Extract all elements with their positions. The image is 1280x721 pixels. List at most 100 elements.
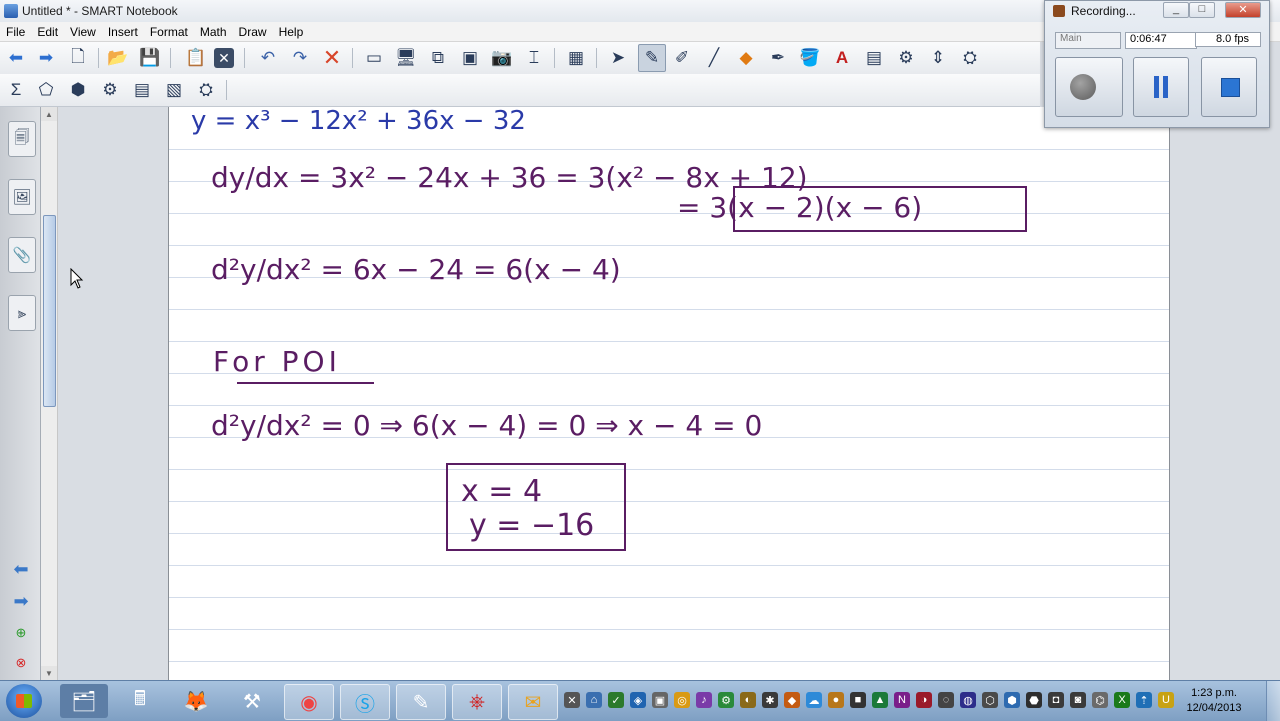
onenote-tray-icon[interactable]: N (894, 692, 910, 708)
menu-edit[interactable]: Edit (31, 22, 64, 39)
tray-app-icon[interactable]: ✱ (762, 692, 778, 708)
start-button[interactable] (6, 684, 42, 718)
add-ons-icon[interactable]: ⛭ (194, 78, 218, 102)
scroll-up-icon[interactable]: ▲ (41, 107, 57, 121)
tray-app-icon[interactable]: ■ (850, 692, 866, 708)
menu-insert[interactable]: Insert (102, 22, 144, 39)
excel-tray-icon[interactable]: X (1114, 692, 1130, 708)
tray-app-icon[interactable]: ⌂ (586, 692, 602, 708)
next-page-icon[interactable]: ➡ (9, 591, 33, 611)
vertical-scrollbar[interactable]: ▲ ▼ (41, 107, 58, 680)
system-clock[interactable]: 1:23 p.m. 12/04/2013 (1184, 686, 1244, 716)
tray-app-icon[interactable]: ☁ (806, 692, 822, 708)
show-desktop-button[interactable] (1266, 681, 1280, 721)
gallery-tab-icon[interactable]: 🖼 (8, 179, 36, 215)
tray-app-icon[interactable]: ◌ (938, 692, 954, 708)
tray-app-icon[interactable]: ▣ (652, 692, 668, 708)
table-tools-icon[interactable]: ▤ (130, 78, 154, 102)
stop-button[interactable] (1201, 57, 1257, 117)
shapes-icon[interactable]: ◆ (734, 46, 758, 70)
notebook-page[interactable]: y = x³ − 12x² + 36x − 32 dy/dx = 3x² − 2… (168, 107, 1170, 680)
add-page-icon[interactable]: 🗋 (66, 46, 90, 70)
fill-icon[interactable]: 🪣 (798, 46, 822, 70)
menu-help[interactable]: Help (273, 22, 310, 39)
tray-app-icon[interactable]: ✕ (564, 692, 580, 708)
delete-icon[interactable]: ✕ (320, 45, 344, 70)
measurement-icon[interactable]: ⚙ (894, 46, 918, 70)
geometry-icon[interactable]: ⬠ (34, 78, 58, 102)
menu-draw[interactable]: Draw (233, 22, 273, 39)
scroll-down-icon[interactable]: ▼ (41, 666, 57, 680)
customize-icon[interactable]: ⛭ (958, 46, 982, 70)
document-camera-icon[interactable]: ⌶ (522, 46, 546, 70)
maximize-button[interactable]: □ (1189, 2, 1215, 18)
delete-page-icon[interactable]: ✕ (214, 48, 234, 68)
magic-pen-icon[interactable]: ✒ (766, 46, 790, 70)
menu-format[interactable]: Format (144, 22, 194, 39)
undo-icon[interactable]: ↶ (256, 46, 280, 70)
menu-view[interactable]: View (64, 22, 102, 39)
attachments-tab-icon[interactable]: 📎 (8, 237, 36, 273)
add-page-side-icon[interactable]: ⊕ (9, 625, 33, 641)
tray-app-icon[interactable]: ◍ (960, 692, 976, 708)
smart-notebook-taskbar-icon[interactable]: ✎ (396, 684, 446, 720)
open-folder-icon[interactable]: 📂 (106, 46, 130, 70)
minimize-button[interactable]: _ (1163, 2, 1189, 18)
table-icon[interactable]: ▦ (564, 46, 588, 70)
move-toolbar-icon[interactable]: ⇕ (926, 46, 950, 70)
transparent-background-icon[interactable]: ⧉ (426, 46, 450, 70)
screen-shade-icon[interactable]: ▭ (362, 46, 386, 70)
close-button[interactable]: ✕ (1225, 2, 1261, 18)
pause-button[interactable] (1133, 57, 1189, 117)
previous-page-icon[interactable]: ⬅ (9, 559, 33, 579)
tray-app-icon[interactable]: ◙ (1070, 692, 1086, 708)
forward-arrow-icon[interactable]: ➡ (34, 46, 58, 70)
creative-pen-icon[interactable]: ✐ (670, 46, 694, 70)
tray-app-icon[interactable]: ◈ (630, 692, 646, 708)
menu-math[interactable]: Math (194, 22, 233, 39)
line-icon[interactable]: ╱ (702, 46, 726, 70)
3d-shapes-icon[interactable]: ⬢ (66, 78, 90, 102)
pen-icon[interactable]: ✎ (638, 44, 666, 72)
acrobat-taskbar-icon[interactable]: ⎈ (452, 684, 502, 720)
tray-app-icon[interactable]: ⇡ (1136, 692, 1152, 708)
tray-app-icon[interactable]: ⬣ (1026, 692, 1042, 708)
tray-app-icon[interactable]: ▲ (872, 692, 888, 708)
tray-app-icon[interactable]: ◘ (1048, 692, 1064, 708)
record-button[interactable] (1055, 57, 1123, 117)
dual-page-icon[interactable]: ▣ (458, 46, 482, 70)
delete-page-side-icon[interactable]: ⊗ (9, 655, 33, 671)
screen-capture-icon[interactable]: 📷 (490, 46, 514, 70)
full-screen-icon[interactable]: 🖥 (394, 46, 418, 70)
sigma-icon[interactable]: Σ (4, 78, 28, 102)
paste-icon[interactable]: 📋 (184, 46, 208, 70)
tray-app-icon[interactable]: ◎ (674, 692, 690, 708)
properties-icon[interactable]: ▤ (862, 46, 886, 70)
firefox-taskbar-icon[interactable]: 🦊 (172, 684, 220, 718)
calculator-taskbar-icon[interactable]: 🖩 (116, 684, 164, 718)
menu-file[interactable]: File (0, 22, 31, 39)
tray-app-icon[interactable]: ⌬ (1092, 692, 1108, 708)
skype-taskbar-icon[interactable]: Ⓢ (340, 684, 390, 720)
graph-icon[interactable]: ▧ (162, 78, 186, 102)
tray-app-icon[interactable]: ⬡ (982, 692, 998, 708)
tray-app-icon[interactable]: ⚙ (718, 692, 734, 708)
tray-app-icon[interactable]: ● (828, 692, 844, 708)
explorer-taskbar-icon[interactable]: 🗂 (60, 684, 108, 718)
redo-icon[interactable]: ↷ (288, 46, 312, 70)
save-icon[interactable]: 💾 (138, 46, 162, 70)
tray-app-icon[interactable]: ♪ (696, 692, 712, 708)
tray-app-icon[interactable]: U (1158, 692, 1174, 708)
back-arrow-icon[interactable]: ⬅ (4, 46, 28, 70)
page-sorter-tab-icon[interactable]: 🗐 (8, 121, 36, 157)
tray-app-icon[interactable]: ✓ (608, 692, 624, 708)
properties-tab-icon[interactable]: ⫸ (8, 295, 36, 331)
measure-tools-icon[interactable]: ⚙ (98, 78, 122, 102)
source-dropdown[interactable]: Main (1055, 32, 1121, 49)
text-icon[interactable]: A (830, 46, 854, 70)
tray-app-icon[interactable]: ◐ (740, 692, 756, 708)
select-arrow-icon[interactable]: ➤ (606, 46, 630, 70)
tray-app-icon[interactable]: ⬢ (1004, 692, 1020, 708)
tray-app-icon[interactable]: ◑ (916, 692, 932, 708)
scroll-thumb[interactable] (43, 215, 56, 407)
